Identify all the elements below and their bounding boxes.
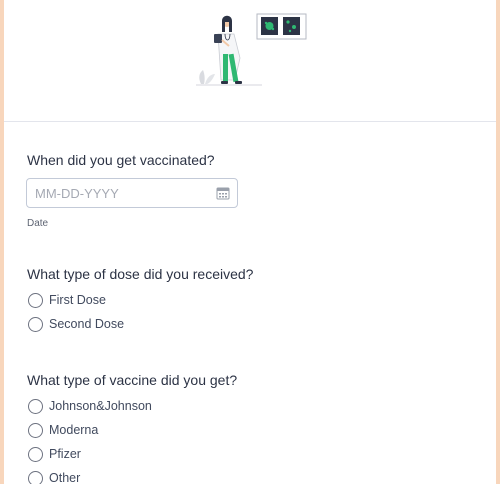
radio-option-johnson-and-johnson[interactable]: Johnson&Johnson: [28, 397, 152, 415]
radio-button[interactable]: [28, 292, 43, 308]
radio-option-moderna[interactable]: Moderna: [28, 421, 98, 439]
radio-button[interactable]: [28, 470, 43, 484]
question-vaccination-date-label: When did you get vaccinated?: [27, 152, 215, 168]
date-input[interactable]: [27, 179, 215, 207]
form-header-illustration: [4, 0, 496, 122]
calendar-icon[interactable]: [216, 186, 230, 200]
radio-option-first-dose[interactable]: First Dose: [28, 291, 106, 309]
vaccination-date-field[interactable]: [26, 178, 238, 208]
radio-option-label: Other: [49, 471, 81, 484]
radio-option-label: Pfizer: [49, 447, 81, 461]
radio-option-other[interactable]: Other: [28, 469, 80, 484]
question-dose-type-label: What type of dose did you received?: [27, 266, 254, 282]
radio-button[interactable]: [28, 398, 43, 414]
date-sublabel: Date: [27, 218, 49, 229]
doctor-illustration-icon: [196, 13, 307, 86]
radio-option-label: Second Dose: [49, 317, 125, 331]
question-vaccine-type-label: What type of vaccine did you get?: [27, 372, 238, 388]
radio-button[interactable]: [28, 446, 43, 462]
radio-option-second-dose[interactable]: Second Dose: [28, 315, 124, 333]
radio-option-label: Johnson&Johnson: [49, 399, 152, 413]
radio-option-pfizer[interactable]: Pfizer: [28, 445, 81, 463]
radio-button[interactable]: [28, 316, 43, 332]
radio-option-label: Moderna: [49, 423, 99, 437]
radio-option-label: First Dose: [49, 293, 106, 307]
form-card: When did you get vaccinated? Date What t…: [4, 0, 496, 484]
radio-button[interactable]: [28, 422, 43, 438]
